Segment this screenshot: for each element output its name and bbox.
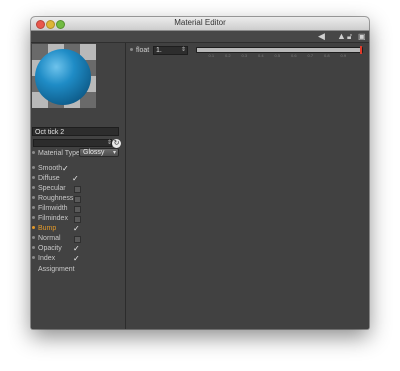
float-param-row: float — [130, 46, 149, 55]
channel-index[interactable]: Index ✓ — [32, 254, 80, 263]
channel-smooth[interactable]: Smooth ✓ — [32, 164, 69, 173]
param-dot-icon — [32, 226, 35, 230]
channel-diffuse[interactable]: Diffuse ✓ — [32, 174, 79, 183]
param-dot-icon — [32, 216, 35, 220]
material-name-field[interactable]: Oct tick 2 — [32, 127, 119, 136]
material-sidebar: Oct tick 2 ⇕ ↻ Material Type Glossy ▾ Sm… — [31, 43, 126, 329]
arrow-left-icon[interactable]: ◀ — [318, 31, 325, 42]
reload-icon[interactable]: ↻ — [112, 139, 121, 148]
material-type-row: Material Type Glossy ▾ — [32, 148, 119, 158]
material-preview[interactable] — [32, 44, 96, 108]
channel-opacity[interactable]: Opacity ✓ — [32, 244, 80, 253]
channel-label: Normal — [38, 235, 61, 242]
stepper-icon[interactable]: ⇕ — [181, 46, 186, 55]
checkmark-icon[interactable]: ✓ — [62, 164, 69, 173]
lock-icon[interactable]: 🔓︎ — [347, 31, 352, 42]
channel-checkbox[interactable] — [74, 236, 81, 243]
channel-filmwidth[interactable]: Filmwidth — [32, 204, 81, 213]
checkmark-icon[interactable]: ✓ — [73, 254, 80, 263]
channel-filmindex[interactable]: Filmindex — [32, 214, 81, 223]
slider-tick-label: 0.8 — [324, 53, 330, 58]
slider-tick-label: 0.7 — [307, 53, 314, 58]
slider-tick-label: 0.3 — [241, 53, 248, 58]
channel-bump[interactable]: Bump ✓ — [32, 224, 80, 233]
slider-tick-label: 0.1 — [208, 53, 215, 58]
param-dot-icon — [32, 256, 35, 260]
slider-tick-label: 0.2 — [225, 53, 231, 58]
title-bar[interactable]: Material Editor — [31, 17, 369, 31]
param-dot-icon — [32, 151, 35, 155]
param-dot-icon — [32, 186, 35, 190]
chevron-down-icon: ▾ — [112, 150, 116, 156]
channel-label: Filmindex — [38, 215, 68, 222]
assignment-tab[interactable]: Assignment — [38, 265, 75, 274]
checkmark-icon[interactable]: ✓ — [73, 224, 80, 233]
material-sub-field[interactable] — [33, 139, 112, 147]
checkmark-icon[interactable]: ✓ — [72, 174, 79, 183]
slider-tick-label: 0.5 — [274, 53, 281, 58]
checkmark-icon[interactable]: ✓ — [73, 244, 80, 253]
material-type-select[interactable]: Glossy ▾ — [79, 148, 119, 157]
material-type-label: Material Type — [38, 150, 80, 157]
channel-checkbox[interactable] — [74, 196, 81, 203]
float-label: float — [136, 47, 150, 54]
parameter-panel: float 1. ⇕ 0.1 0.2 0.3 0.4 0.5 0.6 0.7 0.8 0.9 — [126, 43, 369, 329]
param-dot-icon — [32, 166, 35, 170]
channel-specular[interactable]: Specular — [32, 184, 81, 193]
param-dot-icon — [32, 176, 35, 180]
channel-label: Filmwidth — [38, 205, 68, 212]
param-dot-icon — [32, 206, 35, 210]
material-type-value: Glossy — [83, 149, 105, 156]
arrow-up-icon[interactable]: ▲ — [337, 31, 346, 42]
new-window-icon[interactable]: ▣ — [358, 31, 366, 42]
channel-label: Specular — [38, 185, 66, 192]
channel-label: Roughness — [38, 195, 74, 202]
channel-label: Opacity — [38, 245, 62, 252]
preview-sphere — [35, 49, 91, 105]
channel-checkbox[interactable] — [74, 206, 81, 213]
channel-label: Bump — [38, 225, 57, 232]
channel-label: Smooth — [38, 165, 63, 172]
channel-checkbox[interactable] — [74, 216, 81, 223]
material-editor-window: Material Editor ◀ ▲ 🔓︎ ▣ Oct tick 2 ⇕ ↻ … — [31, 17, 369, 329]
param-dot-icon — [32, 196, 35, 200]
window-title: Material Editor — [174, 18, 226, 27]
slider-tick-label: 0.6 — [291, 53, 297, 58]
slider-tick-label: 0.4 — [258, 53, 264, 58]
slider-ticks: 0.1 0.2 0.3 0.4 0.5 0.6 0.7 0.8 0.9 — [196, 53, 361, 59]
channel-label: Index — [38, 255, 56, 262]
toolbar: ◀ ▲ 🔓︎ ▣ — [31, 31, 369, 43]
channel-checkbox[interactable] — [74, 186, 81, 193]
channel-roughness[interactable]: Roughness — [32, 194, 81, 203]
channel-label: Diffuse — [38, 175, 60, 182]
slider-tick-label: 0.9 — [340, 53, 347, 58]
param-dot-icon — [32, 236, 35, 240]
channel-normal[interactable]: Normal — [32, 234, 81, 243]
param-dot-icon — [130, 48, 133, 52]
param-dot-icon — [32, 246, 35, 250]
